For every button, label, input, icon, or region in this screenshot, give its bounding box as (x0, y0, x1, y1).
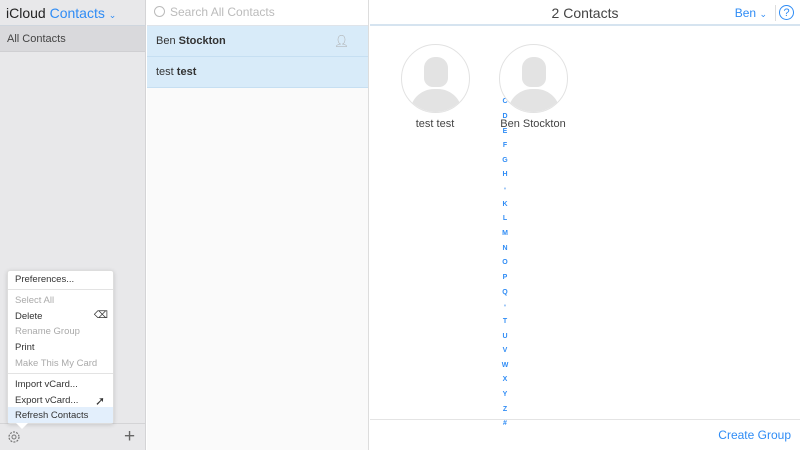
contact-row[interactable]: test test (147, 57, 368, 88)
search-icon (154, 6, 165, 17)
main-pane: 2 Contacts Ben ⌄ ? test test Ben Stockto… (370, 0, 800, 450)
help-icon[interactable]: ? (779, 5, 794, 20)
contact-list: Search All Contacts Ben Stockton 👤︎ test … (147, 0, 508, 450)
chevron-down-icon: ⌄ (759, 9, 767, 19)
card-name: test test (415, 118, 455, 130)
divider (775, 5, 776, 21)
search-placeholder: Search All Contacts (170, 5, 275, 19)
section-label: Contacts (49, 5, 105, 21)
first-name: Ben (156, 35, 176, 47)
user-menu[interactable]: Ben ⌄ (735, 6, 767, 20)
avatar-icon (498, 44, 568, 113)
contact-card[interactable]: test test (385, 44, 485, 130)
menu-item-rename-group: Rename Group (15, 326, 80, 338)
app-name: iCloud (6, 5, 46, 21)
last-name: Stockton (178, 35, 226, 47)
app-switcher[interactable]: Contacts ⌄ (50, 5, 117, 21)
main-header: 2 Contacts Ben ⌄ ? (370, 0, 800, 26)
first-name: test (156, 66, 174, 78)
menu-divider (8, 372, 113, 374)
add-contact-button[interactable]: + (124, 427, 135, 446)
main-footer: Create Group (370, 419, 800, 450)
chevron-down-icon: ⌄ (108, 10, 117, 20)
card-name: Ben Stockton (500, 118, 566, 130)
contact-card[interactable]: Ben Stockton (483, 44, 583, 130)
menu-item-print[interactable]: Print (8, 339, 113, 355)
avatar-icon (400, 44, 470, 113)
menu-item-delete[interactable]: Delete ⌫ (8, 308, 113, 324)
search-input[interactable]: Search All Contacts (147, 0, 368, 26)
menu-item-import-vcard[interactable]: Import vCard... (8, 376, 113, 392)
user-name: Ben (734, 6, 757, 20)
last-name: test (176, 66, 197, 78)
menu-item-make-my-card: Make This My Card (15, 357, 98, 369)
menu-item-refresh-contacts[interactable]: Refresh Contacts (8, 407, 113, 424)
create-group-button[interactable]: Create Group (718, 428, 791, 442)
menu-item-preferences[interactable]: Preferences... (8, 271, 113, 287)
app-header: iCloud Contacts ⌄ (0, 0, 145, 26)
gear-icon[interactable] (7, 430, 21, 444)
backspace-icon: ⌫ (93, 309, 108, 321)
menu-divider (8, 288, 113, 290)
contact-count: 2 Contacts (551, 5, 619, 21)
mouse-cursor-icon: ➚ (95, 394, 106, 408)
group-all-contacts[interactable]: All Contacts (0, 26, 145, 52)
delete-label: Delete (15, 310, 43, 322)
menu-item-select-all: Select All (15, 294, 55, 306)
contact-row[interactable]: Ben Stockton 👤︎ (147, 26, 368, 57)
my-card-icon: 👤︎ (333, 34, 349, 48)
